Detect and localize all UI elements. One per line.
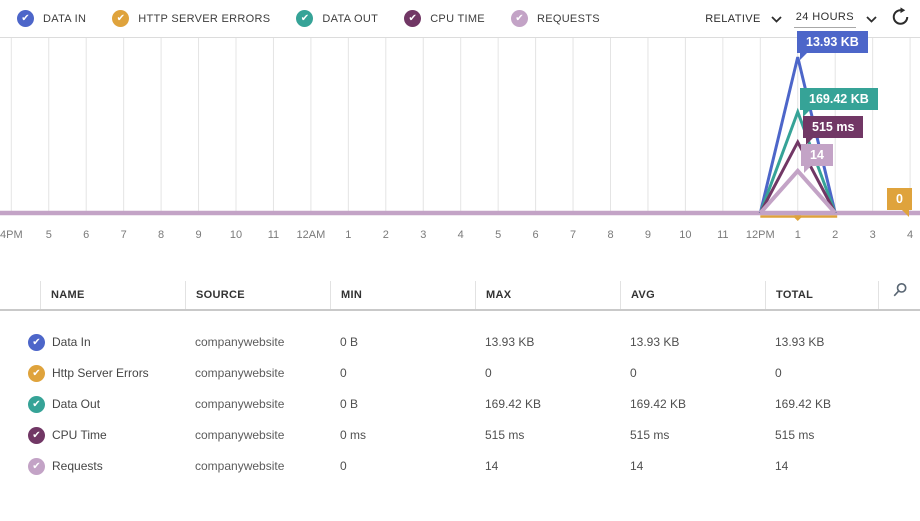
cell-total: 14 xyxy=(765,459,878,473)
cell-name: Data In xyxy=(45,335,185,349)
legend-item-data-out[interactable]: ✔ DATA OUT xyxy=(296,10,378,27)
chart-plot-area xyxy=(0,37,920,223)
table-row-cpu-time[interactable]: ✔CPU Timecompanywebsite0 ms515 ms515 ms5… xyxy=(0,419,920,450)
cell-source: companywebsite xyxy=(185,335,330,349)
check-icon: ✔ xyxy=(404,10,421,27)
table-header-row: NAME SOURCE MIN MAX AVG TOTAL xyxy=(0,281,920,311)
row-icon-cell: ✔ xyxy=(0,394,45,413)
x-axis-label: 4 xyxy=(888,229,920,241)
check-icon: ✔ xyxy=(17,10,34,27)
cell-max: 515 ms xyxy=(475,428,620,442)
metrics-table: NAME SOURCE MIN MAX AVG TOTAL ✔Data Inco… xyxy=(0,281,920,481)
cell-source: companywebsite xyxy=(185,459,330,473)
cell-total: 13.93 KB xyxy=(765,335,878,349)
refresh-icon xyxy=(891,7,910,31)
row-icon-cell: ✔ xyxy=(0,332,45,351)
cell-min: 0 xyxy=(330,366,475,380)
row-icon-cell: ✔ xyxy=(0,363,45,382)
legend-item-data-in[interactable]: ✔ DATA IN xyxy=(17,10,86,27)
row-icon-cell: ✔ xyxy=(0,456,45,475)
table-row-requests[interactable]: ✔Requestscompanywebsite0141414 xyxy=(0,450,920,481)
table-body: ✔Data Incompanywebsite0 B13.93 KB13.93 K… xyxy=(0,326,920,481)
cell-max: 0 xyxy=(475,366,620,380)
chart-controls: RELATIVE 24 HOURS xyxy=(705,7,910,31)
check-icon: ✔ xyxy=(511,10,528,27)
column-header-source: SOURCE xyxy=(185,281,330,309)
cell-avg: 0 xyxy=(620,366,765,380)
peak-value-badge-data-in: 13.93 KB xyxy=(797,31,868,53)
cell-name: Http Server Errors xyxy=(45,366,185,380)
legend-bar: ✔ DATA IN ✔ HTTP SERVER ERRORS ✔ DATA OU… xyxy=(0,0,920,37)
peak-value-badge-cpu-time: 515 ms xyxy=(803,116,863,138)
legend-item-requests[interactable]: ✔ REQUESTS xyxy=(511,10,600,27)
legend-label: DATA OUT xyxy=(322,13,378,25)
table-row-data-out[interactable]: ✔Data Outcompanywebsite0 B169.42 KB169.4… xyxy=(0,388,920,419)
table-row-data-in[interactable]: ✔Data Incompanywebsite0 B13.93 KB13.93 K… xyxy=(0,326,920,357)
legend-item-http-server-errors[interactable]: ✔ HTTP SERVER ERRORS xyxy=(112,10,270,27)
cell-avg: 169.42 KB xyxy=(620,397,765,411)
aggregation-dropdown[interactable]: RELATIVE xyxy=(705,10,782,28)
column-header-icon xyxy=(0,281,40,309)
cell-min: 0 B xyxy=(330,335,475,349)
cell-source: companywebsite xyxy=(185,397,330,411)
cell-avg: 515 ms xyxy=(620,428,765,442)
refresh-button[interactable] xyxy=(891,7,910,31)
check-icon: ✔ xyxy=(28,365,45,382)
cell-source: companywebsite xyxy=(185,366,330,380)
legend-item-cpu-time[interactable]: ✔ CPU TIME xyxy=(404,10,485,27)
chevron-down-icon xyxy=(771,10,782,28)
table-search-button[interactable] xyxy=(878,281,920,309)
cell-total: 169.42 KB xyxy=(765,397,878,411)
check-icon: ✔ xyxy=(296,10,313,27)
column-header-min: MIN xyxy=(330,281,475,309)
column-header-total: TOTAL xyxy=(765,281,878,309)
column-header-max: MAX xyxy=(475,281,620,309)
time-range-value: 24 HOURS xyxy=(794,9,856,28)
check-icon: ✔ xyxy=(28,427,45,444)
peak-value-badge-http-errors: 0 xyxy=(887,188,912,210)
chart-legend: ✔ DATA IN ✔ HTTP SERVER ERRORS ✔ DATA OU… xyxy=(17,10,600,27)
metrics-line-chart[interactable]: 13.93 KB 169.42 KB 515 ms 14 0 xyxy=(0,37,920,223)
cell-avg: 14 xyxy=(620,459,765,473)
column-header-name: NAME xyxy=(40,281,185,309)
cell-max: 169.42 KB xyxy=(475,397,620,411)
check-icon: ✔ xyxy=(28,458,45,475)
aggregation-value: RELATIVE xyxy=(705,13,761,25)
cell-name: Requests xyxy=(45,459,185,473)
cell-max: 14 xyxy=(475,459,620,473)
peak-value-badge-data-out: 169.42 KB xyxy=(800,88,878,110)
cell-name: CPU Time xyxy=(45,428,185,442)
cell-min: 0 ms xyxy=(330,428,475,442)
x-axis: 4PM56789101112AM123456789101112PM1234 xyxy=(0,229,920,245)
peak-value-badge-requests: 14 xyxy=(801,144,833,166)
cell-total: 515 ms xyxy=(765,428,878,442)
cell-source: companywebsite xyxy=(185,428,330,442)
cell-min: 0 xyxy=(330,459,475,473)
metrics-monitor-panel: ✔ DATA IN ✔ HTTP SERVER ERRORS ✔ DATA OU… xyxy=(0,0,920,521)
row-icon-cell: ✔ xyxy=(0,425,45,444)
cell-min: 0 B xyxy=(330,397,475,411)
column-header-avg: AVG xyxy=(620,281,765,309)
check-icon: ✔ xyxy=(112,10,129,27)
check-icon: ✔ xyxy=(28,334,45,351)
legend-label: HTTP SERVER ERRORS xyxy=(138,13,270,25)
cell-total: 0 xyxy=(765,366,878,380)
cell-name: Data Out xyxy=(45,397,185,411)
legend-label: CPU TIME xyxy=(430,13,485,25)
cell-avg: 13.93 KB xyxy=(620,335,765,349)
cell-max: 13.93 KB xyxy=(475,335,620,349)
search-icon xyxy=(892,281,908,309)
time-range-dropdown[interactable]: 24 HOURS xyxy=(794,9,877,28)
legend-label: DATA IN xyxy=(43,13,86,25)
check-icon: ✔ xyxy=(28,396,45,413)
chevron-down-icon xyxy=(866,10,877,28)
legend-label: REQUESTS xyxy=(537,13,600,25)
table-row-http-server-errors[interactable]: ✔Http Server Errorscompanywebsite0000 xyxy=(0,357,920,388)
